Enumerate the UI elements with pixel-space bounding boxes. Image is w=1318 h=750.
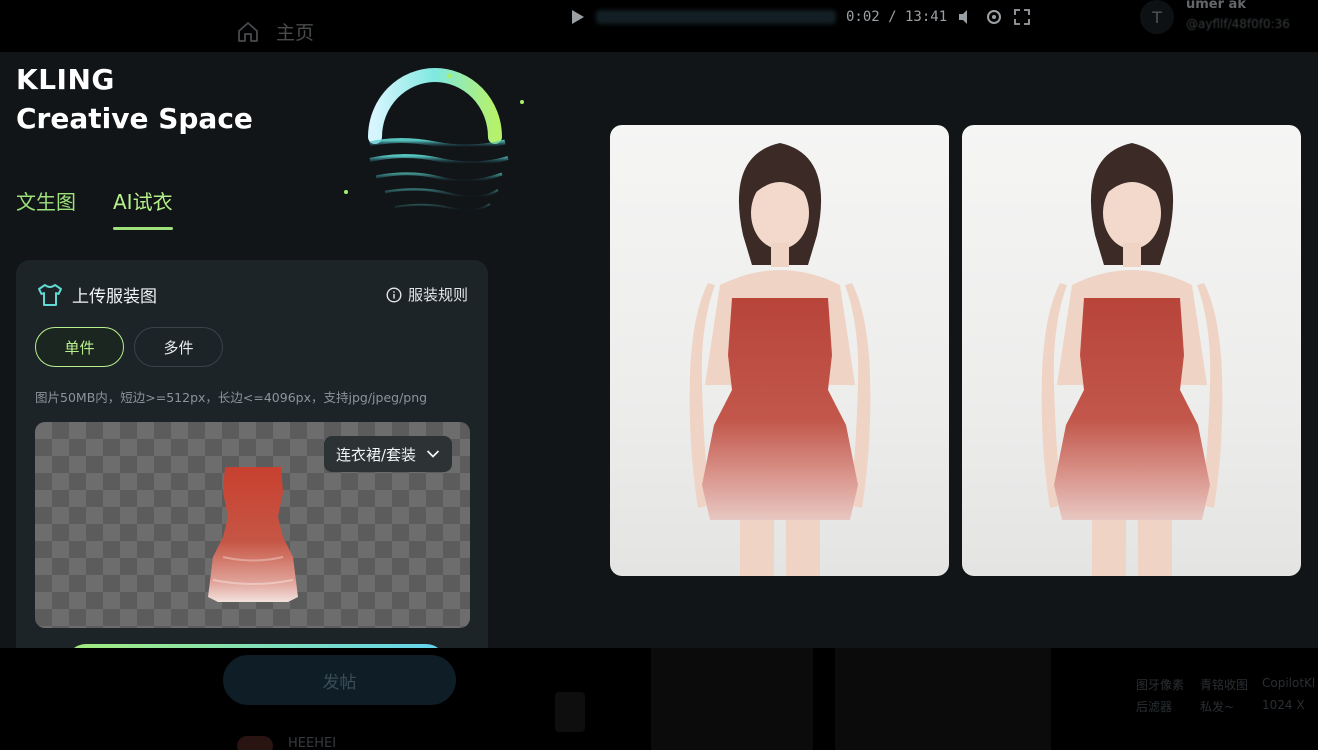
user-name: umer ak (1186, 0, 1246, 12)
home-nav[interactable]: 主页 (236, 18, 314, 45)
result-image-2[interactable] (962, 125, 1301, 576)
garment-category-dropdown[interactable]: 连衣裙/套装 (324, 436, 453, 472)
top-overlay-bar: 主页 0:02 / 13:41 T umer ak @ayfllf/48f0f0… (0, 0, 1318, 52)
dress-image (208, 467, 298, 602)
panel-title: 上传服装图 (72, 287, 157, 307)
brand-logo: KLING Creative Space (16, 61, 253, 139)
home-label: 主页 (276, 22, 315, 44)
meta-4: 后滤器 (1136, 700, 1173, 714)
play-icon[interactable] (568, 8, 586, 26)
garment-preview[interactable]: 连衣裙/套装 (35, 422, 470, 628)
upload-garment-panel: 上传服装图 服装规则 单件 多件 图片50MB内，短边>=512px，长边<=4… (16, 260, 488, 648)
user-profile[interactable]: T umer ak @ayfllf/48f0f0:36 (1138, 0, 1318, 40)
mode-tabs: 文生图 AI试衣 (16, 186, 173, 230)
meta-3: CopilotKl (1262, 676, 1316, 690)
chevron-down-icon (426, 450, 440, 458)
result-image-1[interactable] (610, 125, 949, 576)
meta-5: 私发~ (1200, 700, 1235, 714)
feed-thumbnail-1 (651, 648, 813, 750)
model-figure-2 (1041, 143, 1223, 576)
bottom-overlay-bar: 发帖 HEEHEI 图牙像素 青铭收图 CopilotKl 后滤器 私发~ 10… (0, 648, 1318, 750)
media-thumb (555, 692, 585, 732)
shirt-icon (38, 283, 62, 306)
avatar: T (1140, 0, 1174, 34)
multi-item-option[interactable]: 多件 (134, 327, 223, 367)
upload-hint: 图片50MB内，短边>=512px，长边<=4096px，支持jpg/jpeg/… (35, 390, 428, 405)
model-figure-1 (689, 143, 871, 576)
single-item-option[interactable]: 单件 (35, 327, 124, 367)
player-time: 0:02 / 13:41 (846, 9, 948, 25)
video-player-controls: 0:02 / 13:41 (556, 0, 1064, 34)
fullscreen-icon[interactable] (1013, 8, 1031, 26)
info-icon (386, 286, 402, 303)
tab-text-to-image[interactable]: 文生图 (16, 186, 76, 227)
brand-line2: Creative Space (16, 102, 253, 135)
publish-button[interactable]: 发帖 (223, 655, 456, 705)
author-name: HEEHEI (288, 736, 337, 750)
category-selected: 连衣裙/套装 (336, 445, 417, 464)
tab-ai-try-on[interactable]: AI试衣 (113, 186, 173, 230)
meta-2: 青铭收图 (1200, 678, 1249, 692)
panel-header: 上传服装图 (36, 282, 157, 307)
meta-1: 图牙像素 (1136, 678, 1185, 692)
brand-line1: KLING (16, 63, 115, 96)
video-title-blurred (596, 10, 836, 24)
glowing-ring-artwork (344, 68, 524, 212)
meta-6: 1024 X (1262, 698, 1305, 712)
main-surface: KLING Creative Space 文生图 AI试衣 上传服装图 服装规则… (0, 52, 1318, 648)
settings-icon[interactable] (985, 8, 1003, 26)
author-avatar (237, 736, 273, 750)
garment-count-toggle: 单件 多件 (35, 327, 223, 367)
user-id: @ayfllf/48f0f0:36 (1186, 17, 1290, 31)
home-icon (238, 21, 258, 42)
garment-rules-link[interactable]: 服装规则 (386, 284, 468, 305)
volume-icon[interactable] (957, 8, 975, 26)
rules-label: 服装规则 (407, 286, 468, 304)
feed-thumbnail-2 (835, 648, 1051, 750)
